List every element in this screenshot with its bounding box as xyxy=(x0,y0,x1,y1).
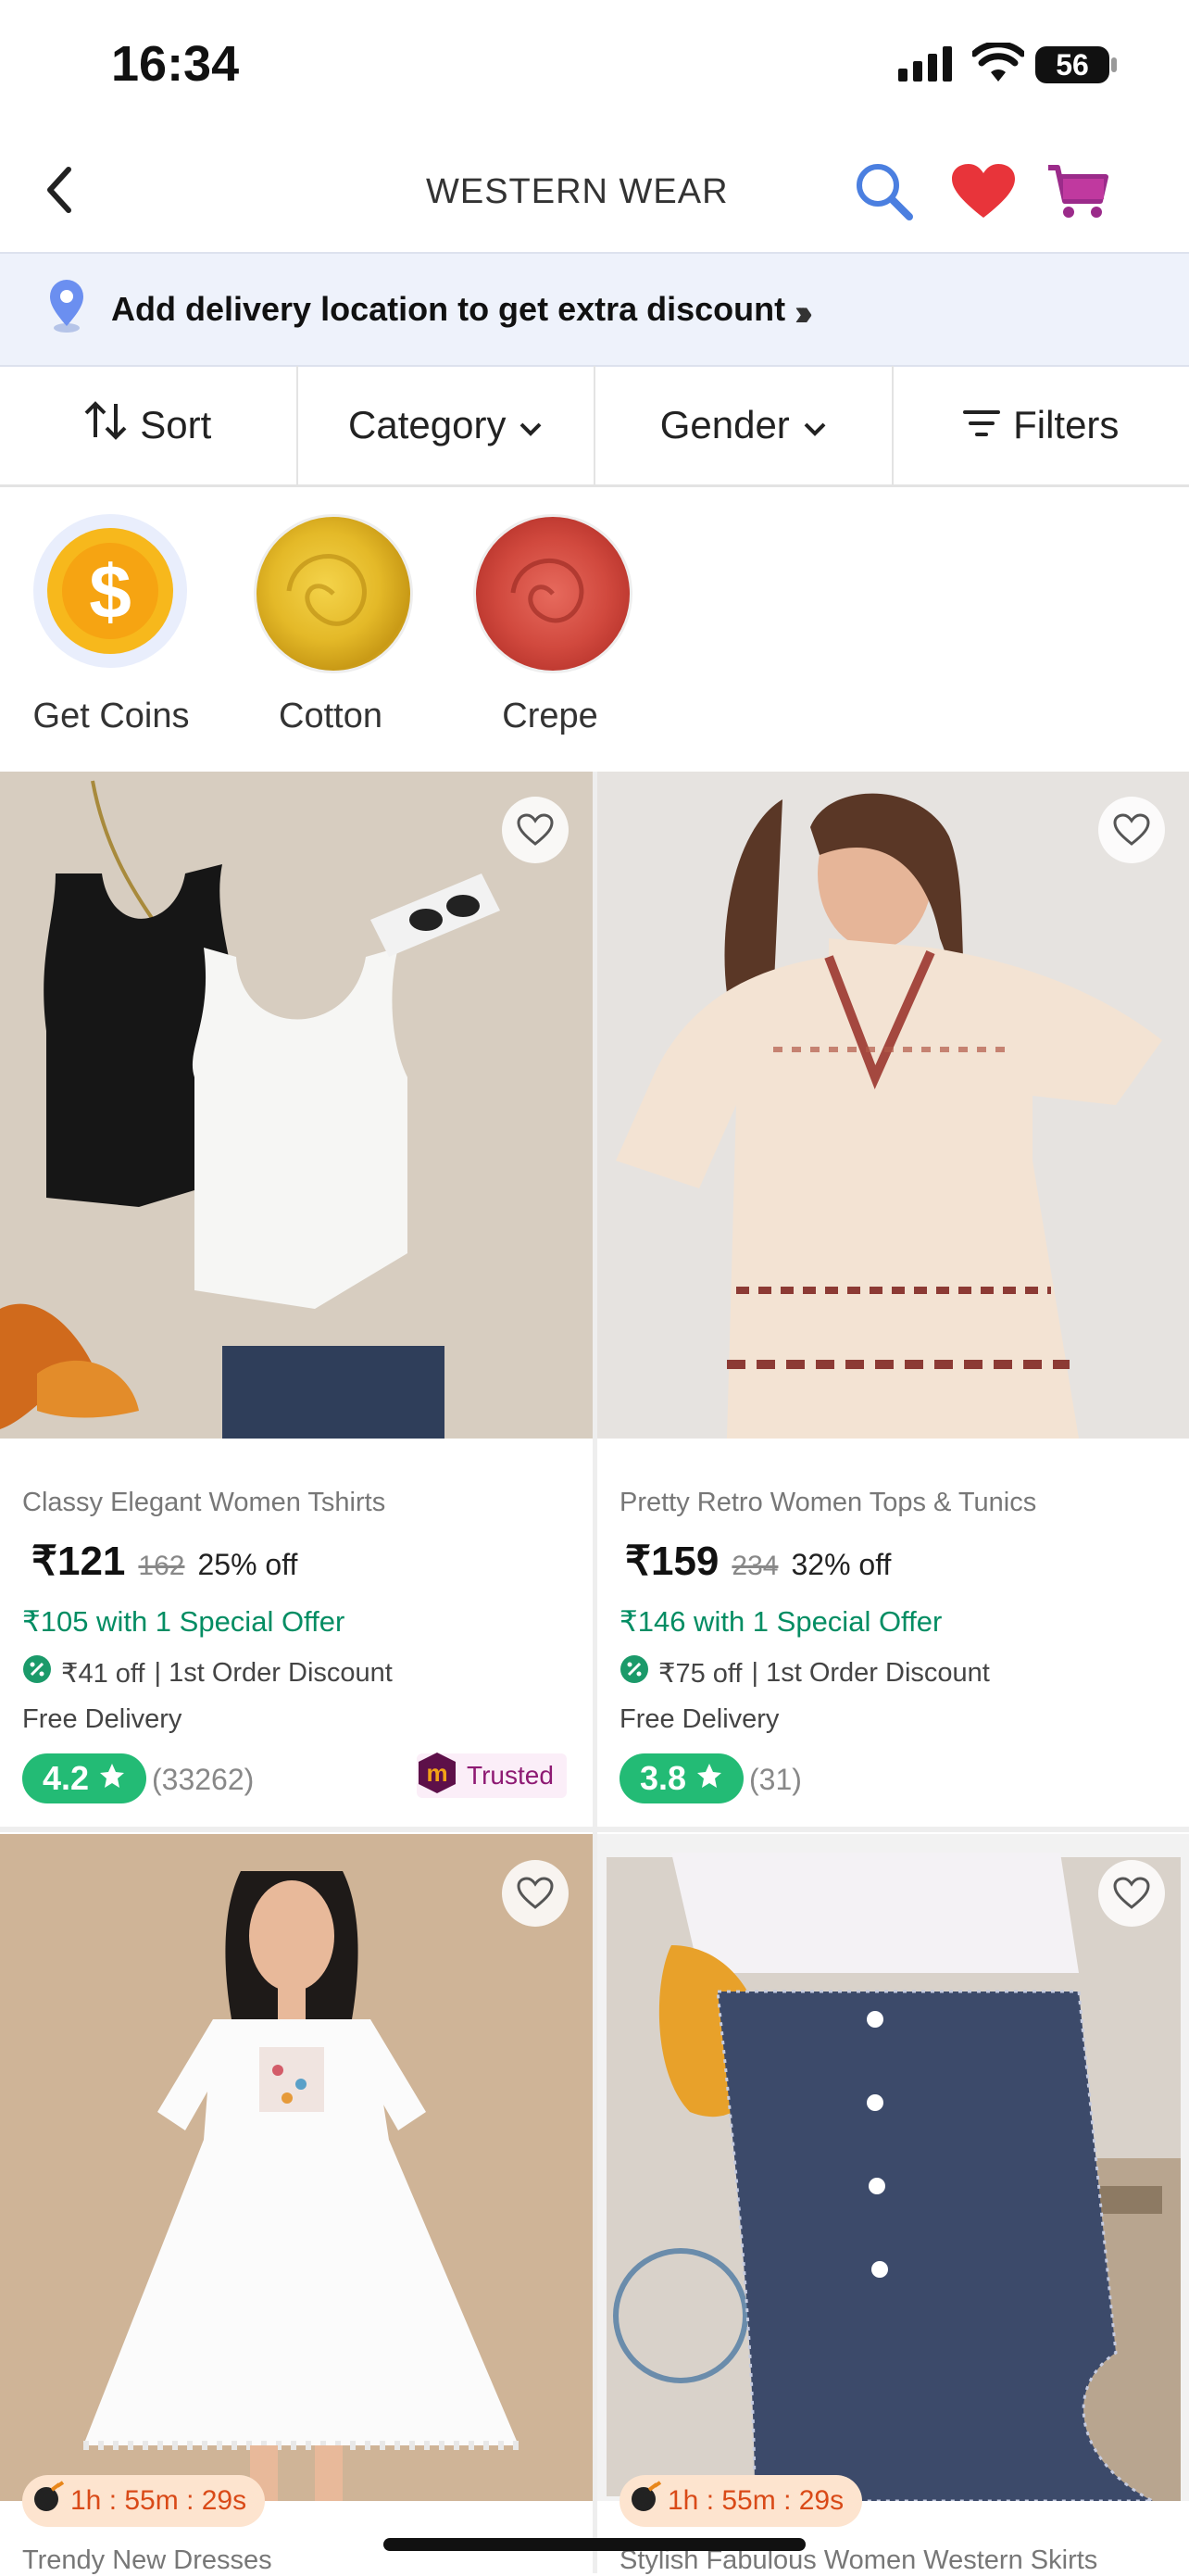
chip-label-crepe: Crepe xyxy=(439,697,661,736)
price-row: ₹121 162 25% off xyxy=(31,1538,297,1585)
chevron-down-icon xyxy=(519,403,543,447)
crepe-chip[interactable] xyxy=(473,514,632,673)
sort-button[interactable]: Sort xyxy=(0,366,298,484)
product-mrp: 234 xyxy=(732,1551,778,1582)
battery-level: 56 xyxy=(1035,46,1109,83)
chip-label-get-coins: Get Coins xyxy=(0,697,222,736)
free-delivery: Free Delivery xyxy=(22,1704,181,1735)
first-order-discount: ₹41 off | 1st Order Discount xyxy=(22,1654,393,1691)
timer-text: 1h : 55m : 29s xyxy=(668,2485,844,2517)
status-time: 16:34 xyxy=(111,35,239,93)
cotton-fabric-image xyxy=(257,517,410,671)
product-discount: 32% off xyxy=(791,1548,891,1582)
filters-button[interactable]: Filters xyxy=(894,366,1189,484)
deal-timer: 1h : 55m : 29s xyxy=(22,2475,265,2527)
category-dropdown[interactable]: Category xyxy=(298,366,596,484)
heart-outline-icon xyxy=(517,1877,554,1910)
chip-label-cotton: Cotton xyxy=(219,697,442,736)
special-offer: ₹146 with 1 Special Offer xyxy=(620,1605,942,1639)
chevron-down-icon xyxy=(803,403,827,447)
timer-text: 1h : 55m : 29s xyxy=(70,2485,246,2517)
get-coins-chip[interactable]: $ xyxy=(33,514,187,668)
location-pin-icon xyxy=(44,278,89,338)
battery-tip xyxy=(1111,57,1117,72)
deal-timer: 1h : 55m : 29s xyxy=(620,2475,862,2527)
signal-icon xyxy=(898,46,956,88)
svg-text:$: $ xyxy=(89,550,131,635)
wishlist-button-1[interactable] xyxy=(502,797,569,863)
cotton-chip[interactable] xyxy=(254,514,413,673)
wishlist-button-4[interactable] xyxy=(1098,1860,1165,1927)
sort-label: Sort xyxy=(140,403,211,447)
heart-outline-icon xyxy=(1113,1877,1150,1910)
product-discount: 25% off xyxy=(197,1548,297,1582)
product-name[interactable]: Trendy New Dresses xyxy=(22,2545,272,2576)
product-image-3[interactable] xyxy=(0,1834,593,2501)
grid-divider xyxy=(0,1827,1189,1832)
rating-badge: 3.8 xyxy=(620,1753,744,1803)
trusted-badge: m Trusted xyxy=(417,1753,567,1798)
filter-icon xyxy=(963,403,1000,447)
first-order-discount: ₹75 off | 1st Order Discount xyxy=(620,1654,990,1691)
trusted-label: Trusted xyxy=(467,1761,554,1791)
heart-outline-icon xyxy=(517,813,554,847)
first-order-amount: ₹41 off xyxy=(61,1657,144,1690)
product-image-1[interactable] xyxy=(0,772,593,1439)
discount-badge-icon xyxy=(620,1654,649,1691)
page-title: WESTERN WEAR xyxy=(426,172,729,212)
rating-count: (33262) xyxy=(152,1763,254,1797)
timer-icon xyxy=(629,2481,662,2521)
filter-bar: Sort Category Gender Filters xyxy=(0,366,1189,487)
product-image-2[interactable] xyxy=(597,772,1189,1439)
rating-count: (31) xyxy=(749,1763,802,1797)
first-order-text: | 1st Order Discount xyxy=(154,1658,392,1689)
first-order-text: | 1st Order Discount xyxy=(751,1658,989,1689)
crepe-fabric-image xyxy=(476,517,630,671)
double-chevron-icon: ››› xyxy=(795,293,804,334)
free-delivery: Free Delivery xyxy=(620,1704,779,1735)
product-image-4[interactable] xyxy=(597,1834,1189,2501)
price-row: ₹159 234 32% off xyxy=(625,1538,891,1585)
wifi-icon xyxy=(972,43,1024,88)
wishlist-heart-icon[interactable] xyxy=(950,162,1017,226)
product-mrp: 162 xyxy=(138,1551,184,1582)
first-order-amount: ₹75 off xyxy=(658,1657,742,1690)
heart-outline-icon xyxy=(1113,813,1150,847)
star-icon xyxy=(98,1759,126,1798)
star-icon xyxy=(695,1759,723,1798)
gender-label: Gender xyxy=(660,403,790,447)
search-icon[interactable] xyxy=(852,159,917,229)
filters-label: Filters xyxy=(1013,403,1119,447)
product-name[interactable]: Pretty Retro Women Tops & Tunics xyxy=(620,1488,1036,1518)
product-name[interactable]: Classy Elegant Women Tshirts xyxy=(22,1488,385,1518)
wishlist-button-3[interactable] xyxy=(502,1860,569,1927)
discount-badge-icon xyxy=(22,1654,52,1691)
back-icon[interactable] xyxy=(41,162,78,222)
delivery-banner-text: Add delivery location to get extra disco… xyxy=(111,290,785,329)
wishlist-button-2[interactable] xyxy=(1098,797,1165,863)
category-label: Category xyxy=(348,403,506,447)
product-price: ₹121 xyxy=(31,1538,125,1585)
svg-text:m: m xyxy=(426,1759,447,1787)
special-offer: ₹105 with 1 Special Offer xyxy=(22,1605,344,1639)
product-price: ₹159 xyxy=(625,1538,719,1585)
timer-icon xyxy=(31,2481,65,2521)
rating-value: 4.2 xyxy=(43,1759,89,1798)
coin-icon: $ xyxy=(33,514,187,668)
cart-icon[interactable] xyxy=(1046,162,1109,226)
meesho-logo-icon: m xyxy=(417,1751,457,1802)
rating-value: 3.8 xyxy=(640,1759,686,1798)
rating-badge: 4.2 xyxy=(22,1753,146,1803)
sort-icon xyxy=(84,400,127,450)
home-indicator[interactable] xyxy=(383,2538,806,2551)
gender-dropdown[interactable]: Gender xyxy=(595,366,894,484)
